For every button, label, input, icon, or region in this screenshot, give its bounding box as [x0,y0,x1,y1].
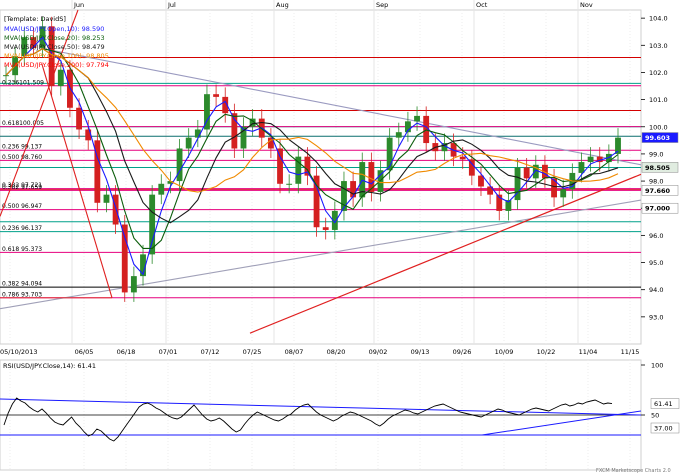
candle-body [350,181,357,198]
candle-body [551,178,557,198]
candle-body [560,189,567,198]
price-box-label: 98.505 [645,164,671,172]
x-tick-label: 11/15 [621,348,640,356]
candle-body [112,194,119,225]
fib-level-label: 0.382 97.659 [2,184,42,191]
osc-tick-label: 100 [651,362,663,370]
legend-entry: MVA(USD/JPY.Close,200): 97.794 [4,61,109,69]
month-label: Jun [73,1,84,9]
candle-body [587,156,594,163]
x-tick-label: 07/12 [201,348,220,356]
candle-body [158,183,165,195]
x-tick-label: 09/13 [411,348,430,356]
candle-body [277,148,283,184]
candle-body [213,94,220,97]
candle-body [414,115,420,122]
chart-title: [Template: DavidS] [4,15,66,23]
y-tick-label: 101.0 [649,96,668,104]
y-tick-label: 102.0 [649,69,668,77]
y-tick-label: 94.0 [649,286,663,294]
candle-body [322,227,329,230]
legend-entry: MVA(USD/JPY.Close,50): 98.479 [4,43,105,51]
fib-level-label: 0.786 93.703 [2,291,42,298]
chart-container: 0.236101.509 0.618100.005 0.236 99.137 0.50… [0,0,680,476]
price-box-label: 97.000 [645,205,671,213]
x-tick-label: 11/04 [579,348,598,356]
y-tick-label: 96.0 [649,232,663,240]
candle-body [3,75,9,77]
candle-body [57,69,64,87]
fib-level-label: 0.236 99.137 [2,144,42,151]
x-tick-label: 10/09 [495,348,514,356]
x-tick-label: 08/20 [327,348,346,356]
month-label: Jul [167,1,176,9]
month-label: Aug [276,1,289,9]
candle-body [149,194,156,255]
legend-entry: MVA(USD/JPY.Close,100): 98.805 [4,52,109,60]
x-tick-label: 08/07 [285,348,304,356]
x-tick-label: 10/22 [537,348,556,356]
y-tick-label: 100.0 [649,123,668,131]
candle-body [176,148,183,182]
price-box-label: 97.660 [645,187,671,195]
candle-body [578,162,585,173]
osc-value-label: 37.00 [654,425,673,433]
y-tick-label: 98.0 [649,178,663,186]
fib-level-label: 0.236101.509 [2,79,44,86]
candle-body [130,276,137,293]
month-label: Oct [476,1,488,9]
x-tick-label: 09/02 [369,348,388,356]
osc-value-label: 61.41 [654,400,673,408]
footer-credit: FXCM Marketscope Charts 2.0 [596,468,671,474]
fib-level-label: 0.382 94.094 [2,281,42,288]
x-tick-label: 06/18 [117,348,136,356]
candle-body [523,167,530,179]
y-tick-label: 95.0 [649,259,663,267]
month-label: Sep [376,1,388,9]
y-tick-label: 99.0 [649,150,663,158]
candle-body [121,224,128,293]
chart-svg: 0.236101.509 0.618100.005 0.236 99.137 0.50… [0,0,680,476]
candle-body [76,107,82,130]
y-tick-label: 104.0 [649,15,668,23]
candle-body [286,183,293,185]
fib-level-label: 0.500 96.947 [2,203,42,210]
candle-body [395,132,402,138]
x-tick-label: 07/25 [243,348,262,356]
y-tick-label: 103.0 [649,42,668,50]
month-label: Nov [580,1,593,9]
x-tick-label: 05/10/2013 [0,348,37,356]
legend-entry: MVA(USD/JPY.Close,20): 98.253 [4,34,105,42]
legend-entry: MVA(USD/JPY.Open,10): 98.590 [4,25,104,33]
x-tick-label: 06/05 [75,348,94,356]
candle-body [103,194,110,203]
candle-body [185,137,192,149]
oscillator-label: RSI(USD/JPY.Close,14): 61.41 [3,362,96,370]
price-box-label: 99.603 [645,134,670,142]
y-tick-label: 93.0 [649,313,663,321]
x-tick-label: 09/26 [453,348,472,356]
x-tick-label: 07/01 [159,348,178,356]
fib-level-label: 0.236 96.137 [2,225,42,232]
fib-level-label: 0.618 95.373 [2,246,42,253]
osc-tick-label: 50 [651,412,659,420]
candle-body [459,156,466,160]
fib-level-label: 0.618100.005 [2,120,44,127]
